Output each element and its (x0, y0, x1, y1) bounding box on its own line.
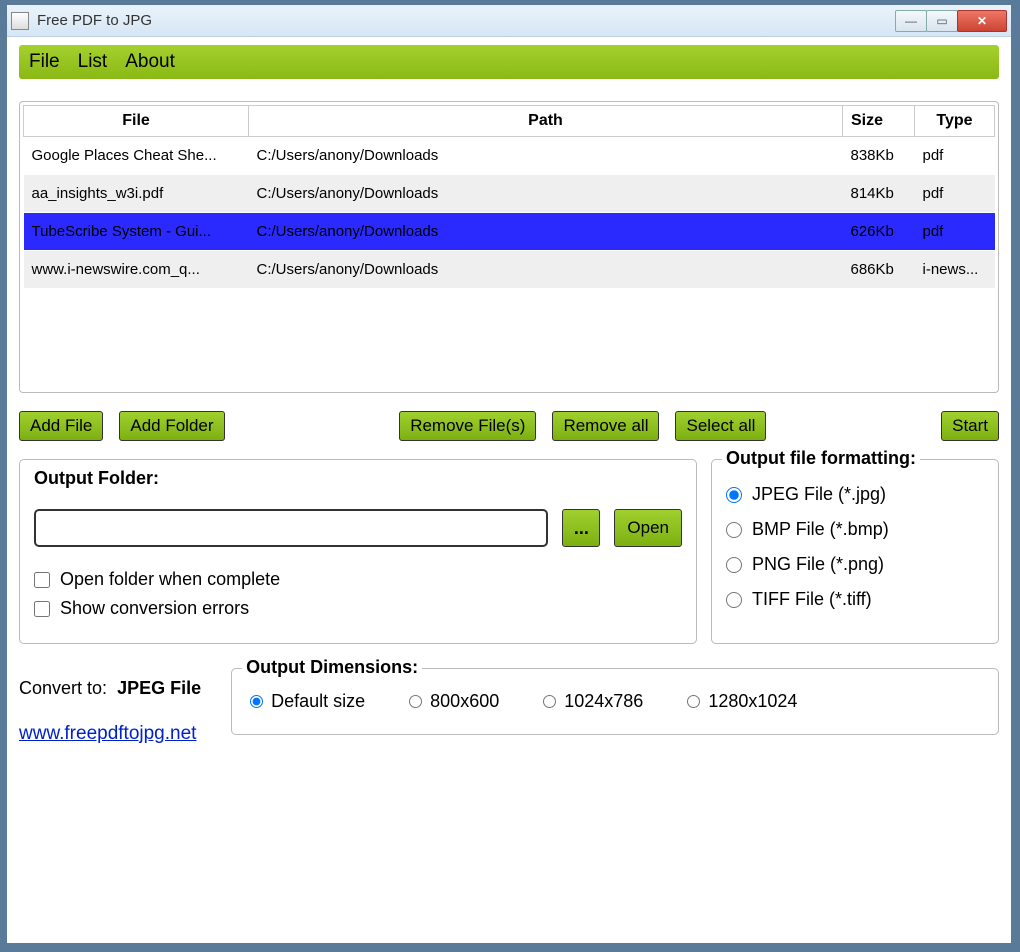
add-folder-button[interactable]: Add Folder (119, 411, 224, 441)
file-table[interactable]: File Path Size Type Google Places Cheat … (23, 105, 995, 289)
menu-list[interactable]: List (78, 51, 108, 73)
header-type[interactable]: Type (915, 106, 995, 137)
header-size[interactable]: Size (843, 106, 915, 137)
table-row[interactable]: Google Places Cheat She...C:/Users/anony… (24, 137, 995, 175)
maximize-button[interactable]: ▭ (926, 10, 958, 32)
content-area: File List About File Path Size Type Goog… (7, 37, 1011, 943)
cell-size: 838Kb (843, 137, 915, 175)
menubar: File List About (19, 45, 999, 79)
remove-all-button[interactable]: Remove all (552, 411, 659, 441)
window-title: Free PDF to JPG (37, 12, 896, 29)
titlebar[interactable]: Free PDF to JPG — ▭ ✕ (7, 5, 1011, 37)
browse-button[interactable]: ... (562, 509, 600, 547)
start-button[interactable]: Start (941, 411, 999, 441)
output-folder-label: Output Folder: (34, 468, 682, 489)
menu-about[interactable]: About (125, 51, 175, 73)
open-when-complete-checkbox[interactable]: Open folder when complete (34, 569, 682, 590)
cell-type: pdf (915, 175, 995, 213)
action-buttons: Add File Add Folder Remove File(s) Remov… (19, 411, 999, 441)
cell-size: 814Kb (843, 175, 915, 213)
cell-file: aa_insights_w3i.pdf (24, 175, 249, 213)
cell-path: C:/Users/anony/Downloads (249, 175, 843, 213)
output-dimensions-panel: Output Dimensions: Default size 800x600 … (231, 668, 999, 735)
cell-path: C:/Users/anony/Downloads (249, 213, 843, 251)
app-icon (11, 12, 29, 30)
minimize-button[interactable]: — (895, 10, 927, 32)
cell-type: pdf (915, 213, 995, 251)
menu-file[interactable]: File (29, 51, 60, 73)
header-file[interactable]: File (24, 106, 249, 137)
remove-files-button[interactable]: Remove File(s) (399, 411, 536, 441)
output-format-label: Output file formatting: (722, 448, 920, 469)
cell-type: pdf (915, 137, 995, 175)
close-button[interactable]: ✕ (957, 10, 1007, 32)
open-folder-button[interactable]: Open (614, 509, 682, 547)
website-link[interactable]: www.freepdftojpg.net (19, 723, 196, 744)
dim-800-radio[interactable]: 800x600 (409, 691, 499, 712)
output-format-panel: Output file formatting: JPEG File (*.jpg… (711, 459, 999, 644)
output-folder-panel: Output Folder: ... Open Open folder when… (19, 459, 697, 644)
table-row[interactable]: aa_insights_w3i.pdfC:/Users/anony/Downlo… (24, 175, 995, 213)
cell-type: i-news... (915, 251, 995, 289)
cell-file: www.i-newswire.com_q... (24, 251, 249, 289)
show-errors-checkbox[interactable]: Show conversion errors (34, 598, 682, 619)
output-dimensions-label: Output Dimensions: (242, 657, 422, 678)
application-window: Free PDF to JPG — ▭ ✕ File List About Fi… (6, 4, 1012, 944)
output-folder-input[interactable] (34, 509, 548, 547)
cell-file: TubeScribe System - Gui... (24, 213, 249, 251)
format-bmp-radio[interactable]: BMP File (*.bmp) (726, 519, 984, 540)
dim-1280-radio[interactable]: 1280x1024 (687, 691, 797, 712)
select-all-button[interactable]: Select all (675, 411, 766, 441)
table-row[interactable]: www.i-newswire.com_q...C:/Users/anony/Do… (24, 251, 995, 289)
file-list-panel: File Path Size Type Google Places Cheat … (19, 101, 999, 393)
dim-1024-radio[interactable]: 1024x786 (543, 691, 643, 712)
cell-path: C:/Users/anony/Downloads (249, 251, 843, 289)
add-file-button[interactable]: Add File (19, 411, 103, 441)
table-row[interactable]: TubeScribe System - Gui...C:/Users/anony… (24, 213, 995, 251)
dim-default-radio[interactable]: Default size (250, 691, 365, 712)
convert-to-label: Convert to: JPEG File (19, 678, 201, 699)
header-path[interactable]: Path (249, 106, 843, 137)
cell-size: 626Kb (843, 213, 915, 251)
format-png-radio[interactable]: PNG File (*.png) (726, 554, 984, 575)
cell-file: Google Places Cheat She... (24, 137, 249, 175)
format-jpeg-radio[interactable]: JPEG File (*.jpg) (726, 484, 984, 505)
cell-path: C:/Users/anony/Downloads (249, 137, 843, 175)
format-tiff-radio[interactable]: TIFF File (*.tiff) (726, 589, 984, 610)
cell-size: 686Kb (843, 251, 915, 289)
